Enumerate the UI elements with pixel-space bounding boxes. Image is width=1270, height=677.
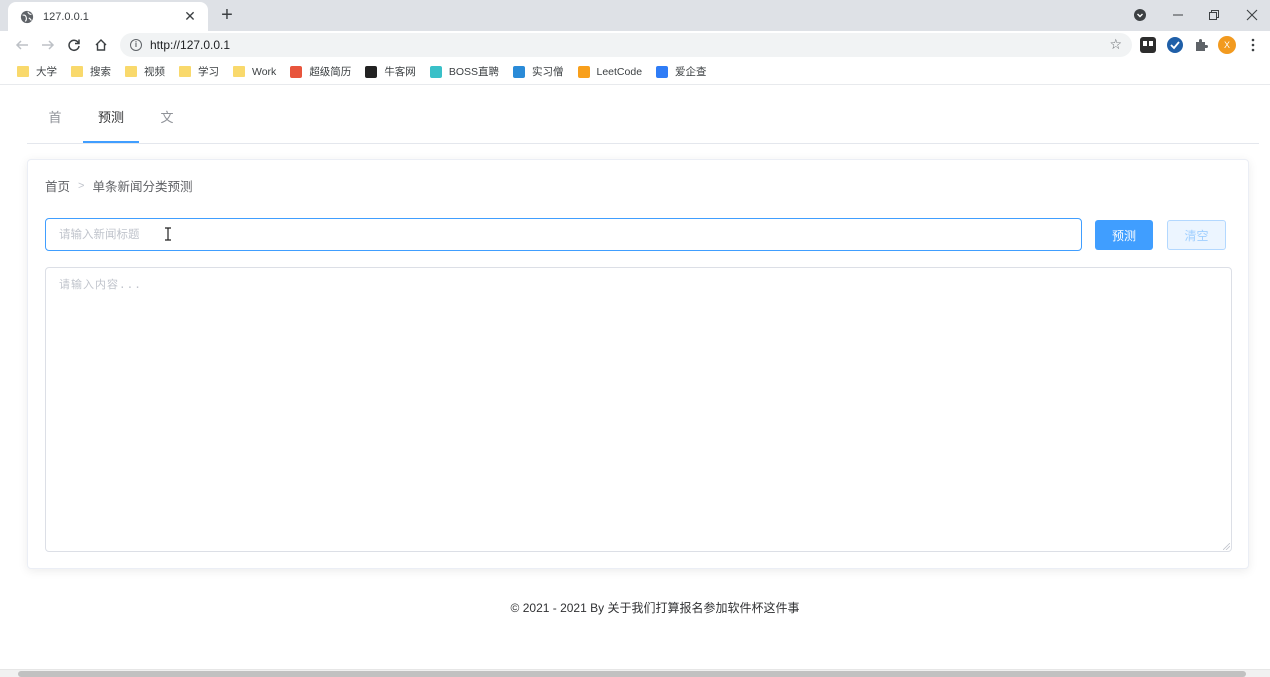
site-icon: [656, 65, 669, 78]
bookmark-label: 牛客网: [384, 66, 416, 78]
bookmark-label: Work: [252, 65, 277, 78]
news-content-textarea[interactable]: [45, 267, 1232, 552]
bookmark-label: 爱企查: [675, 66, 707, 78]
browser-tab[interactable]: 127.0.0.1 ✕: [8, 2, 208, 31]
resize-handle-icon[interactable]: [1223, 543, 1230, 550]
horizontal-scrollbar[interactable]: [0, 669, 1270, 677]
bookmark-label: LeetCode: [596, 65, 643, 78]
predict-card: 首页 > 单条新闻分类预测 预测 清空: [27, 159, 1249, 569]
home-icon[interactable]: [93, 37, 109, 53]
bookmark-item[interactable]: 实习僧: [513, 64, 564, 79]
browser-toolbar: i http://127.0.0.1 ☆ X: [0, 31, 1270, 59]
bookmark-item[interactable]: Work: [233, 66, 276, 78]
site-icon: [429, 65, 442, 78]
bookmark-item[interactable]: 视频: [125, 64, 165, 79]
folder-icon: [71, 66, 83, 77]
breadcrumb-home[interactable]: 首页: [45, 176, 70, 195]
minimize-icon[interactable]: [1170, 4, 1186, 26]
bookmark-item[interactable]: 牛客网: [365, 64, 416, 79]
bookmark-item[interactable]: 大学: [17, 64, 57, 79]
globe-icon: [20, 10, 34, 23]
site-icon: [290, 65, 303, 78]
clear-button[interactable]: 清空: [1167, 220, 1226, 250]
scrollbar-thumb[interactable]: [18, 671, 1246, 677]
nav-item-predict[interactable]: 预测: [83, 86, 139, 143]
forward-icon[interactable]: [40, 37, 56, 53]
reload-icon[interactable]: [66, 37, 82, 53]
bookmark-label: BOSS直聘: [448, 66, 499, 78]
bookmark-label: 大学: [36, 66, 57, 78]
tab-close-icon[interactable]: ✕: [182, 8, 198, 25]
address-bar[interactable]: i http://127.0.0.1 ☆: [120, 33, 1132, 57]
news-title-input[interactable]: [45, 218, 1082, 251]
bookmark-item[interactable]: 学习: [179, 64, 219, 79]
site-icon: [513, 65, 525, 78]
checkmark-extension-icon[interactable]: [1167, 37, 1183, 53]
top-nav: 首页 预测 文件: [27, 86, 1259, 188]
puzzle-icon[interactable]: [1193, 37, 1209, 53]
breadcrumb-current: 单条新闻分类预测: [92, 180, 193, 194]
bookmark-item[interactable]: 超级简历: [290, 64, 351, 79]
folder-icon: [125, 66, 137, 77]
tab-title: 127.0.0.1: [43, 10, 89, 23]
bookmarks-bar: 大学 搜索 视频 学习 Work 超级简历 牛客网 BOSS直聘 实习僧 LeetCode 爱企查: [0, 59, 1270, 85]
folder-icon: [233, 66, 245, 77]
footer-copyright: © 2021 - 2021 By 关于我们打算报名参加软件杯这件事: [510, 601, 800, 615]
breadcrumb: 首页 > 单条新闻分类预测: [45, 176, 192, 195]
bookmark-label: 超级简历: [309, 66, 352, 78]
bookmark-star-icon[interactable]: ☆: [1109, 36, 1122, 53]
page: 首页 预测 文件 首页 > 单条新闻分类预测 预测 清空 © 2021 - 20…: [5, 86, 1270, 669]
bookmark-item[interactable]: 爱企查: [656, 64, 707, 79]
bookmark-item[interactable]: LeetCode: [577, 65, 643, 78]
nav-item-files[interactable]: 文件: [155, 86, 179, 188]
folder-icon: [179, 66, 191, 77]
profile-avatar[interactable]: X: [1218, 36, 1236, 54]
new-tab-button[interactable]: +: [218, 4, 236, 26]
extension-icon[interactable]: [1140, 37, 1156, 53]
bookmark-item[interactable]: 搜索: [71, 64, 111, 79]
predict-button[interactable]: 预测: [1095, 220, 1153, 250]
site-icon: [577, 65, 590, 78]
nav-item-home[interactable]: 首页: [43, 86, 67, 188]
folder-icon: [17, 66, 29, 77]
bookmark-label: 视频: [144, 66, 165, 78]
close-window-icon[interactable]: [1244, 4, 1260, 26]
bookmark-item[interactable]: BOSS直聘: [429, 64, 499, 79]
site-icon: [365, 65, 378, 78]
more-menu-icon[interactable]: [1246, 37, 1260, 53]
breadcrumb-separator-icon: >: [78, 179, 85, 192]
site-info-icon[interactable]: i: [130, 39, 142, 51]
bookmark-label: 学习: [198, 66, 219, 78]
tab-search-icon[interactable]: [1131, 4, 1149, 26]
bookmark-label: 实习僧: [532, 66, 564, 78]
address-url: http://127.0.0.1: [150, 38, 231, 52]
back-icon[interactable]: [14, 37, 30, 53]
bookmark-label: 搜索: [90, 66, 111, 78]
browser-titlebar: 127.0.0.1 ✕ +: [0, 0, 1270, 31]
restore-icon[interactable]: [1206, 4, 1222, 26]
